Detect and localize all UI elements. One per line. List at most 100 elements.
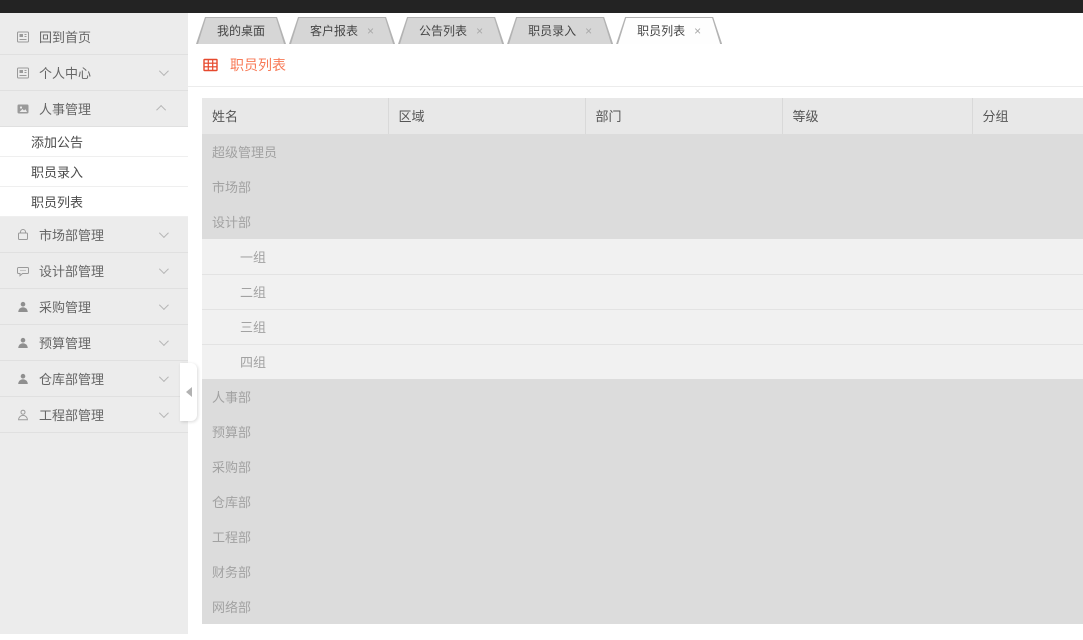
table-row[interactable]: 人事部 [202,379,1083,414]
close-icon[interactable]: × [585,25,592,37]
sidebar-item-home[interactable]: 回到首页 [0,19,188,55]
tab-customer-report[interactable]: 客户报表 × [289,17,395,44]
sidebar-subitem-add-announcement[interactable]: 添加公告 [0,127,188,157]
tab-label: 客户报表 [310,22,358,39]
chevron-down-icon [159,408,169,418]
table-header-group: 分组 [972,98,1083,134]
page-title: 职员列表 [230,55,286,75]
tab-label: 我的桌面 [217,22,265,39]
staff-table: 姓名 区域 部门 等级 分组 超级管理员 市场部 设计部 一组 [202,98,1083,624]
staff-table-container: 姓名 区域 部门 等级 分组 超级管理员 市场部 设计部 一组 [202,98,1083,624]
chevron-down-icon [159,228,169,238]
sidebar-item-label: 采购管理 [39,297,159,316]
bag-icon [16,228,30,242]
tab-staff-entry[interactable]: 职员录入 × [507,17,613,44]
row-name: 财务部 [212,565,251,580]
sidebar-item-label: 市场部管理 [39,225,159,244]
tab-bar: 我的桌面 客户报表 × 公告列表 × 职员录入 × 职员列表 × [188,13,1083,44]
sidebar-submenu: 添加公告 职员录入 职员列表 [0,127,188,217]
sidebar-collapse-handle[interactable] [180,363,197,421]
table-row[interactable]: 网络部 [202,589,1083,624]
chevron-down-icon [159,66,169,76]
sidebar-subitem-staff-list[interactable]: 职员列表 [0,187,188,217]
tab-my-desktop[interactable]: 我的桌面 [196,17,286,44]
table-row[interactable]: 仓库部 [202,484,1083,519]
row-name: 设计部 [212,215,251,230]
sidebar-item-warehouse-dept[interactable]: 仓库部管理 [0,361,188,397]
chevron-down-icon [159,336,169,346]
tab-staff-list[interactable]: 职员列表 × [616,17,722,44]
sidebar-item-label: 设计部管理 [39,261,159,280]
chevron-down-icon [159,264,169,274]
sidebar-item-label: 仓库部管理 [39,369,159,388]
main-content: 我的桌面 客户报表 × 公告列表 × 职员录入 × 职员列表 × 职员列表 [188,13,1083,640]
sidebar: 回到首页 个人中心 人事管理 添加公告 职员录入 职员列表 市场部管理 [0,13,188,634]
sidebar-item-label: 预算管理 [39,333,159,352]
sidebar-item-engineering-dept[interactable]: 工程部管理 [0,397,188,433]
user-icon [16,300,30,314]
row-name: 二组 [240,285,266,300]
chevron-down-icon [159,372,169,382]
sidebar-item-label: 人事管理 [39,99,159,118]
chevron-left-icon [186,387,192,397]
table-row[interactable]: 采购部 [202,449,1083,484]
table-header-region: 区域 [388,98,585,134]
row-name: 三组 [240,320,266,335]
close-icon[interactable]: × [694,25,701,37]
table-header-department: 部门 [585,98,782,134]
row-name: 市场部 [212,180,251,195]
news-icon [16,30,30,44]
row-name: 人事部 [212,390,251,405]
table-header-level: 等级 [782,98,972,134]
table-row[interactable]: 设计部 [202,204,1083,239]
row-name: 工程部 [212,530,251,545]
sidebar-item-marketing-dept[interactable]: 市场部管理 [0,217,188,253]
sidebar-item-design-dept[interactable]: 设计部管理 [0,253,188,289]
user-icon [16,372,30,386]
table-row[interactable]: 工程部 [202,519,1083,554]
row-name: 仓库部 [212,495,251,510]
sidebar-item-label: 工程部管理 [39,405,159,424]
table-row[interactable]: 四组 [202,344,1083,379]
tab-label: 职员列表 [637,22,685,39]
table-row[interactable]: 一组 [202,239,1083,274]
tab-label: 公告列表 [419,22,467,39]
row-name: 网络部 [212,600,251,615]
close-icon[interactable]: × [367,25,374,37]
news-icon [16,66,30,80]
sidebar-subitem-label: 职员列表 [31,192,83,211]
page-header: 职员列表 [188,44,1083,87]
row-name: 超级管理员 [212,145,277,160]
tab-announcement-list[interactable]: 公告列表 × [398,17,504,44]
sidebar-item-hr-management[interactable]: 人事管理 [0,91,188,127]
table-row[interactable]: 超级管理员 [202,134,1083,169]
table-header-row: 姓名 区域 部门 等级 分组 [202,98,1083,134]
user-icon [16,336,30,350]
table-row[interactable]: 二组 [202,274,1083,309]
sidebar-item-purchasing[interactable]: 采购管理 [0,289,188,325]
row-name: 采购部 [212,460,251,475]
sidebar-item-label: 个人中心 [39,63,159,82]
row-name: 预算部 [212,425,251,440]
close-icon[interactable]: × [476,25,483,37]
sidebar-item-label: 回到首页 [39,27,174,46]
sidebar-item-personal-center[interactable]: 个人中心 [0,55,188,91]
sidebar-subitem-label: 添加公告 [31,132,83,151]
row-name: 一组 [240,250,266,265]
table-icon [203,58,218,72]
sidebar-subitem-label: 职员录入 [31,162,83,181]
chevron-down-icon [159,300,169,310]
tab-label: 职员录入 [528,22,576,39]
row-name: 四组 [240,355,266,370]
table-row[interactable]: 预算部 [202,414,1083,449]
user-outline-icon [16,408,30,422]
table-row[interactable]: 市场部 [202,169,1083,204]
comment-icon [16,264,30,278]
table-row[interactable]: 财务部 [202,554,1083,589]
table-row[interactable]: 三组 [202,309,1083,344]
image-icon [16,102,30,116]
sidebar-subitem-staff-entry[interactable]: 职员录入 [0,157,188,187]
table-header-name: 姓名 [202,98,388,134]
topbar [0,0,1083,13]
sidebar-item-budget[interactable]: 预算管理 [0,325,188,361]
